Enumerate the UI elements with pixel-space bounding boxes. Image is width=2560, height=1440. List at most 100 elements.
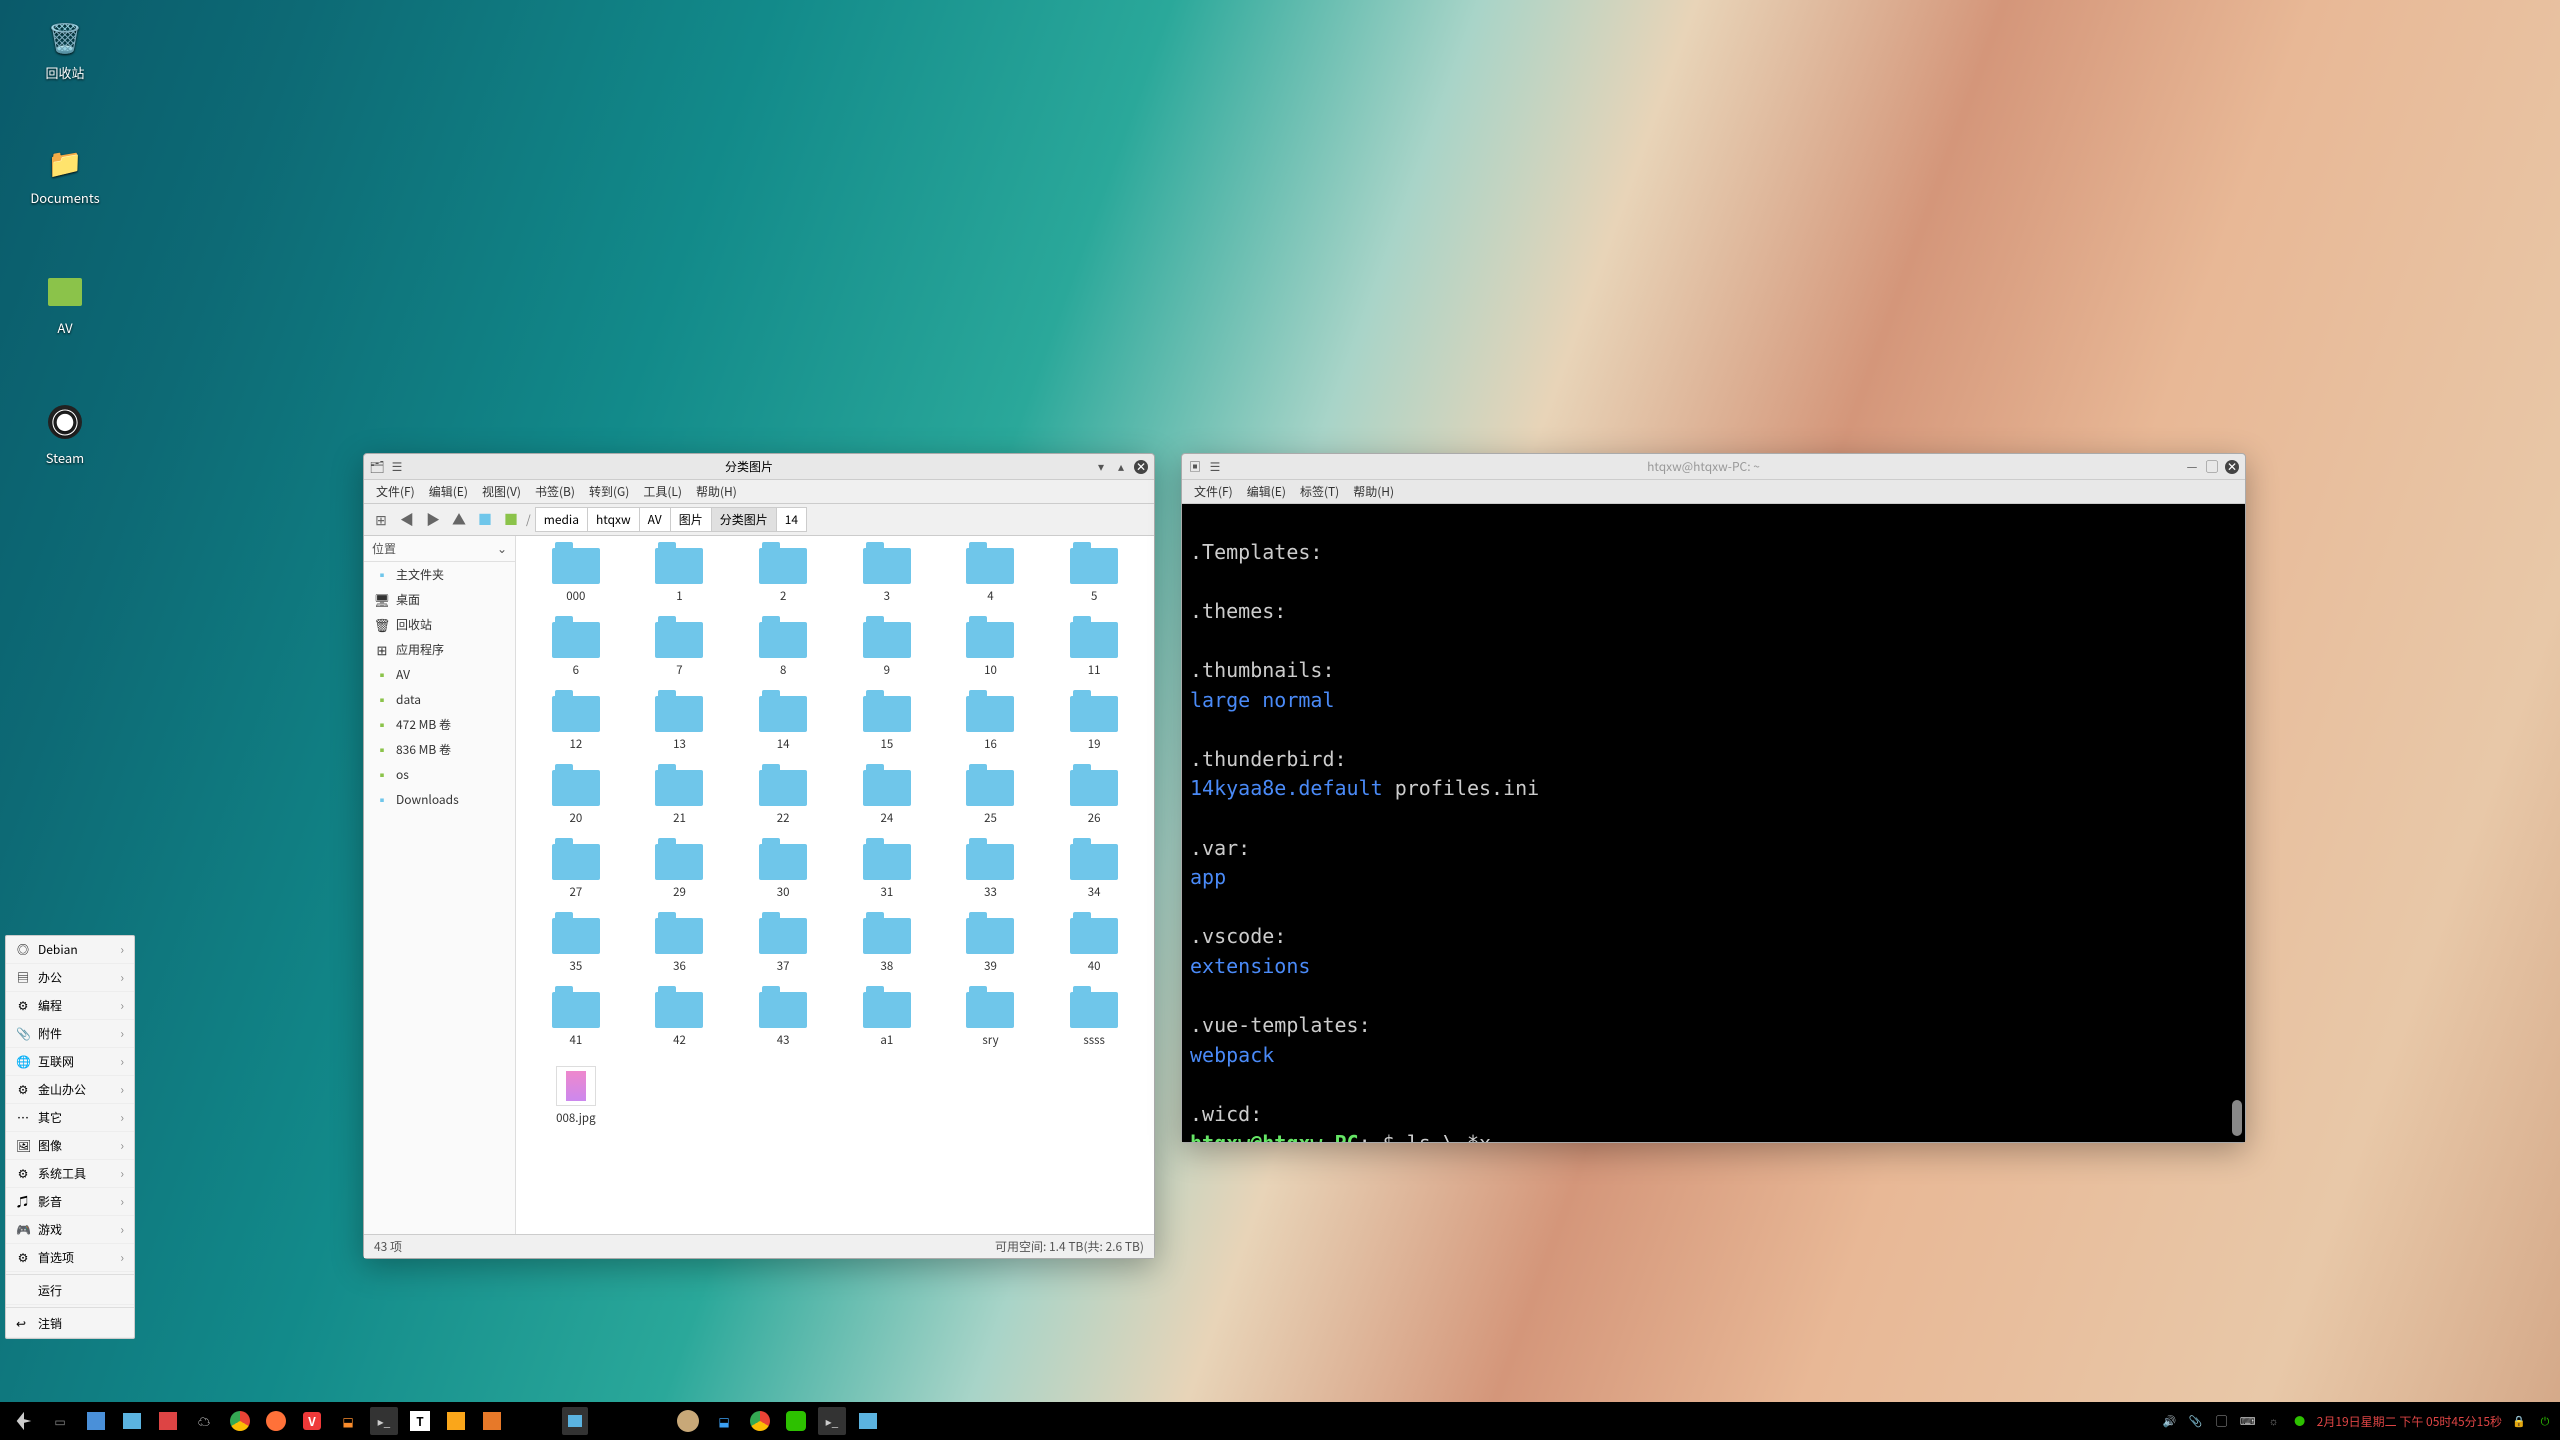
calendar-icon[interactable] — [478, 1407, 506, 1435]
file-manager-window[interactable]: 🗂 ☰ 分类图片 ▾ ▴ ✕ 文件(F)编辑(E)视图(V)书签(B)转到(G)… — [363, 453, 1155, 1259]
new-tab-icon[interactable]: ⊞ — [370, 509, 392, 531]
file-item[interactable]: 008.jpg — [528, 1066, 624, 1126]
folder-item[interactable]: 13 — [632, 696, 728, 752]
folder-item[interactable]: 38 — [839, 918, 935, 974]
breadcrumb-seg[interactable]: 分类图片 — [711, 507, 776, 532]
menu-icon[interactable]: ☰ — [1208, 460, 1222, 474]
screenshot-icon[interactable] — [154, 1407, 182, 1435]
terminal-icon[interactable]: ▸_ — [370, 1407, 398, 1435]
desktop-av[interactable]: AV — [20, 270, 110, 337]
menu-item[interactable]: 标签(T) — [1294, 481, 1345, 502]
breadcrumb-seg[interactable]: 图片 — [670, 507, 711, 532]
folder-item[interactable]: a1 — [839, 992, 935, 1048]
close-icon[interactable]: ✕ — [2225, 460, 2239, 474]
volume-icon[interactable]: 🔊 — [2161, 1412, 2179, 1430]
menu-item-11[interactable]: ⚙首选项› — [6, 1244, 134, 1272]
menu-item[interactable]: 帮助(H) — [690, 481, 743, 502]
menu-item-3[interactable]: 📎附件› — [6, 1020, 134, 1048]
task-filemgr-active[interactable] — [854, 1407, 882, 1435]
menu-logout[interactable]: ↩注销 — [6, 1310, 134, 1338]
folder-item[interactable]: 37 — [735, 918, 831, 974]
term-titlebar[interactable]: ▣ ☰ htqxw@htqxw-PC: ~ — ▢ ✕ — [1182, 454, 2245, 480]
chevron-down-icon[interactable]: ⌄ — [497, 540, 507, 557]
sidebar-item[interactable]: ▪836 MB 卷 — [364, 737, 515, 762]
start-menu-button[interactable] — [10, 1407, 38, 1435]
folder-item[interactable]: 6 — [528, 622, 624, 678]
folder-item[interactable]: 4 — [943, 548, 1039, 604]
folder-item[interactable]: 42 — [632, 992, 728, 1048]
menu-item[interactable]: 帮助(H) — [1347, 481, 1400, 502]
display-icon[interactable]: ▢ — [2213, 1412, 2231, 1430]
vscode-icon[interactable]: ⬓ — [334, 1407, 362, 1435]
folder-item[interactable]: 34 — [1046, 844, 1142, 900]
terminal-body[interactable]: .Templates: .themes: .thumbnails:large n… — [1182, 504, 2245, 1142]
breadcrumb-seg[interactable]: AV — [639, 507, 670, 532]
menu-item-7[interactable]: 🖼图像› — [6, 1132, 134, 1160]
scroll-thumb[interactable] — [2232, 1100, 2242, 1136]
sidebar-item[interactable]: ▪os — [364, 762, 515, 787]
sidebar-item[interactable]: ▪Downloads — [364, 787, 515, 812]
task-avatar[interactable] — [674, 1407, 702, 1435]
wechat-tray-icon[interactable]: ● — [2291, 1412, 2309, 1430]
menu-item[interactable]: 编辑(E) — [1241, 481, 1292, 502]
folder-item[interactable]: 40 — [1046, 918, 1142, 974]
taskview-icon[interactable] — [82, 1407, 110, 1435]
folder-item[interactable]: 000 — [528, 548, 624, 604]
fm-content[interactable]: 0001234567891011121314151619202122242526… — [516, 536, 1154, 1234]
folder-item[interactable]: 19 — [1046, 696, 1142, 752]
folder-item[interactable]: 15 — [839, 696, 935, 752]
menu-item[interactable]: 视图(V) — [476, 481, 527, 502]
weather-icon[interactable]: ☼ — [2265, 1412, 2283, 1430]
folder-item[interactable]: 33 — [943, 844, 1039, 900]
folder-item[interactable]: 12 — [528, 696, 624, 752]
menu-item-5[interactable]: ⚙金山办公› — [6, 1076, 134, 1104]
sidebar-header[interactable]: 位置 ⌄ — [364, 536, 515, 562]
breadcrumb-seg[interactable]: 14 — [776, 507, 807, 532]
sidebar-item[interactable]: ▪472 MB 卷 — [364, 712, 515, 737]
desktop-documents[interactable]: 📁 Documents — [20, 140, 110, 207]
scrollbar[interactable] — [2232, 544, 2242, 1136]
folder-item[interactable]: 24 — [839, 770, 935, 826]
drive-crumb-icon[interactable]: ■ — [500, 509, 522, 531]
folder-item[interactable]: sry — [943, 992, 1039, 1048]
sidebar-item[interactable]: ⊞应用程序 — [364, 637, 515, 662]
folder-item[interactable]: 3 — [839, 548, 935, 604]
menu-item[interactable]: 文件(F) — [370, 481, 421, 502]
folder-item[interactable]: 41 — [528, 992, 624, 1048]
folder-item[interactable]: 16 — [943, 696, 1039, 752]
up-icon[interactable]: ▲ — [448, 509, 470, 531]
folder-item[interactable]: 35 — [528, 918, 624, 974]
folder-item[interactable]: 27 — [528, 844, 624, 900]
folder-item[interactable]: 11 — [1046, 622, 1142, 678]
maximize-icon[interactable]: ▢ — [2205, 460, 2219, 474]
minimize-icon[interactable]: — — [2185, 460, 2199, 474]
menu-item[interactable]: 文件(F) — [1188, 481, 1239, 502]
menu-item[interactable]: 工具(L) — [637, 481, 688, 502]
menu-item-4[interactable]: 🌐互联网› — [6, 1048, 134, 1076]
folder-item[interactable]: 20 — [528, 770, 624, 826]
firefox-icon[interactable] — [262, 1407, 290, 1435]
menu-item-1[interactable]: ▤办公› — [6, 964, 134, 992]
sidebar-item[interactable]: ▪AV — [364, 662, 515, 687]
wps-icon[interactable]: ☁ — [190, 1407, 218, 1435]
power-icon[interactable]: ⏻ — [2536, 1412, 2554, 1430]
folder-item[interactable]: ssss — [1046, 992, 1142, 1048]
folder-item[interactable]: 5 — [1046, 548, 1142, 604]
breadcrumb-seg[interactable]: media — [535, 507, 587, 532]
folder-item[interactable]: 39 — [943, 918, 1039, 974]
fm-titlebar[interactable]: 🗂 ☰ 分类图片 ▾ ▴ ✕ — [364, 454, 1154, 480]
chrome-icon[interactable] — [226, 1407, 254, 1435]
folder-item[interactable]: 26 — [1046, 770, 1142, 826]
menu-item-9[interactable]: ♫影音› — [6, 1188, 134, 1216]
menu-run[interactable]: 运行 — [6, 1277, 134, 1305]
menu-item[interactable]: 编辑(E) — [423, 481, 474, 502]
folder-item[interactable]: 8 — [735, 622, 831, 678]
folder-item[interactable]: 22 — [735, 770, 831, 826]
menu-item-10[interactable]: 🎮游戏› — [6, 1216, 134, 1244]
back-icon[interactable]: ◀ — [396, 509, 418, 531]
lock-icon[interactable]: 🔒 — [2510, 1412, 2528, 1430]
sidebar-item[interactable]: ▪主文件夹 — [364, 562, 515, 587]
folder-item[interactable]: 30 — [735, 844, 831, 900]
breadcrumb-seg[interactable]: htqxw — [587, 507, 639, 532]
sidebar-item[interactable]: 🖥桌面 — [364, 587, 515, 612]
